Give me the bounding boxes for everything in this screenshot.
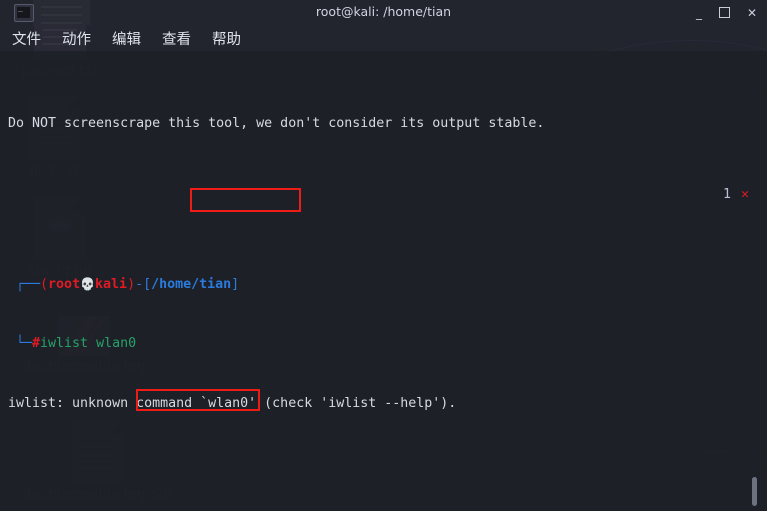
window-title: root@kali: /home/tian — [315, 4, 452, 19]
error-cross-icon: ✕ — [740, 187, 749, 202]
maximize-icon[interactable] — [718, 7, 730, 18]
menu-view[interactable]: 查看 — [153, 28, 200, 49]
prompt-line-top-1: ┌──(root💀kali)-[/home/tian] — [16, 277, 240, 292]
menu-actions[interactable]: 动作 — [53, 28, 100, 49]
terminal-window: passwd.txt dict.txt php shell.php double… — [0, 0, 767, 511]
menu-help[interactable]: 帮助 — [203, 28, 250, 49]
prompt-host: kali — [95, 277, 128, 292]
prompt-user: root — [48, 277, 81, 292]
exit-status-count: 1 — [722, 187, 731, 202]
terminal-output-area[interactable]: Do NOT screenscrape this tool, we don't … — [0, 51, 767, 511]
menu-bar: 文件 动作 编辑 查看 帮助 — [0, 25, 767, 51]
vertical-scrollbar-thumb[interactable] — [752, 477, 757, 506]
command-text: iwlist wlan0 — [40, 336, 137, 351]
exit-status-marker: 1 ✕ — [723, 185, 749, 205]
prompt-rule-bottom: └─ — [16, 336, 33, 351]
command-line-iwlist: └─#iwlist wlan0 — [0, 334, 767, 354]
minimize-icon[interactable]: _ — [696, 7, 702, 19]
warning-line: Do NOT screenscrape this tool, we don't … — [8, 116, 545, 131]
skull-icon: 💀 — [80, 277, 96, 291]
menu-edit[interactable]: 编辑 — [103, 28, 150, 49]
prompt-rule-top: ┌── — [16, 277, 41, 292]
title-bar[interactable]: root@kali: /home/tian _ ✕ — [0, 0, 767, 25]
menu-file[interactable]: 文件 — [3, 28, 50, 49]
close-icon[interactable]: ✕ — [747, 7, 757, 19]
prompt-hash: # — [32, 336, 41, 351]
prompt-path: /home/tian — [151, 277, 232, 292]
output-iwlist-error: iwlist: unknown command `wlan0' (check '… — [8, 396, 457, 411]
